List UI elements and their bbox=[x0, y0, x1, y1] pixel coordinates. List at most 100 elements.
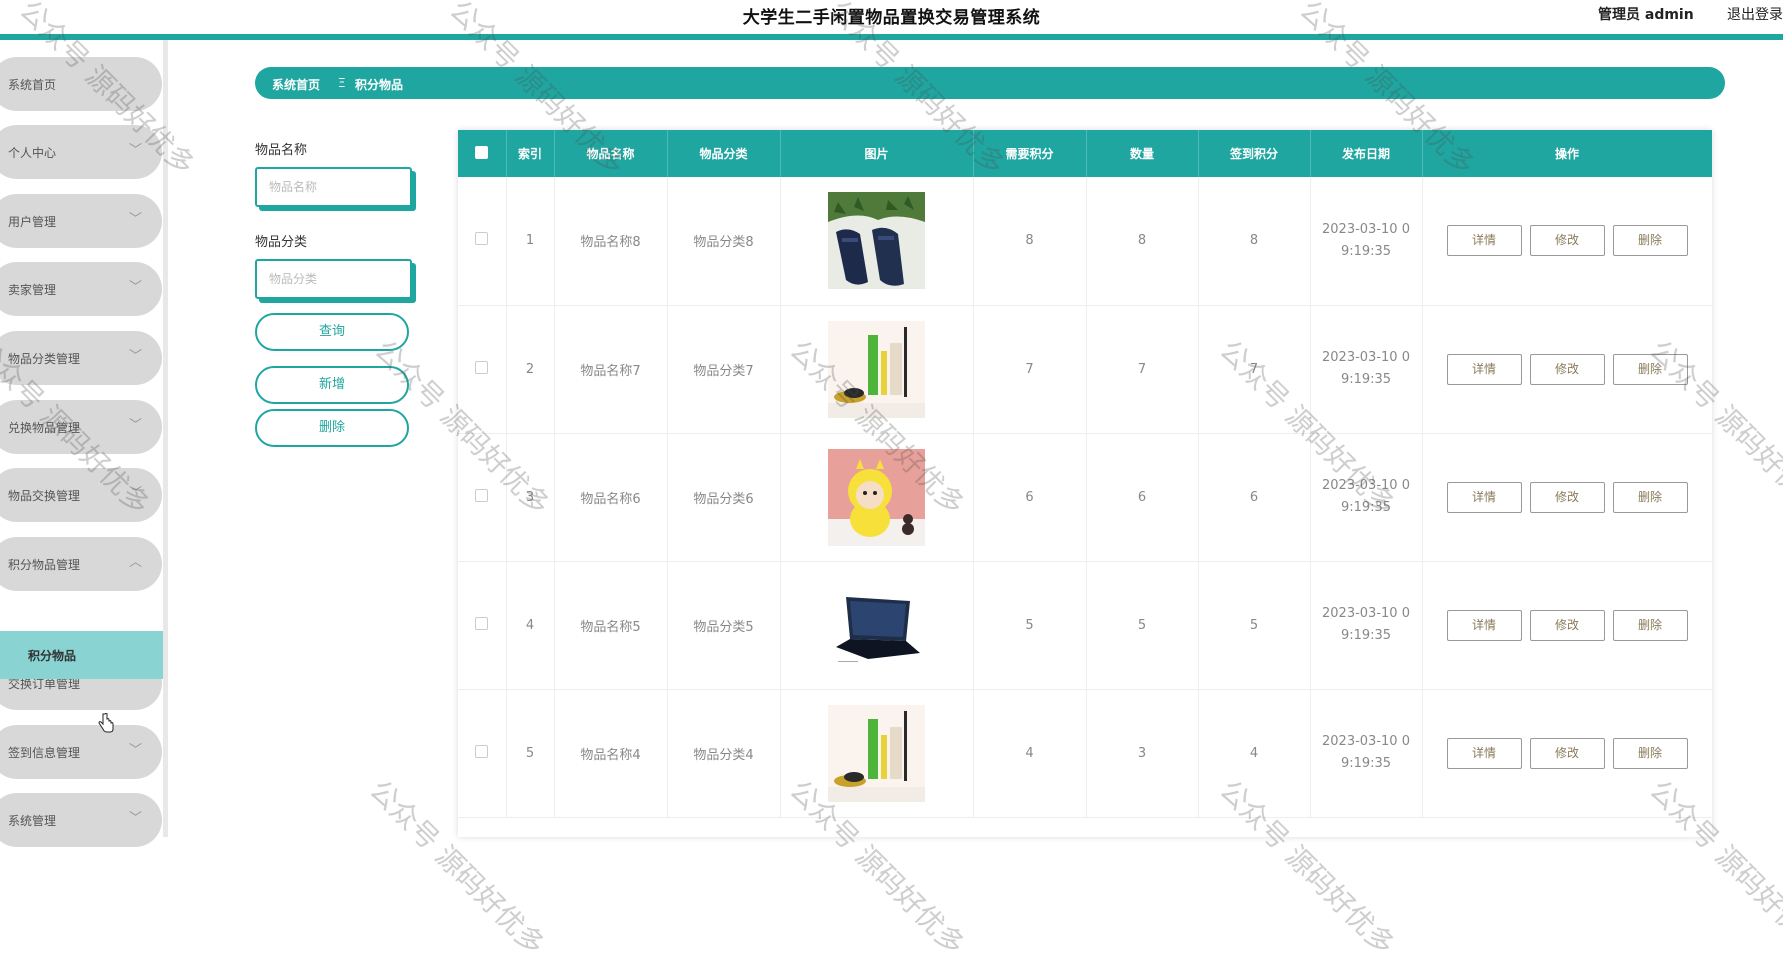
category-cell: 物品分类8 bbox=[667, 177, 781, 306]
query-button[interactable]: 查询 bbox=[255, 313, 409, 351]
chevron-icon: ﹀ bbox=[128, 280, 142, 295]
row-checkbox[interactable] bbox=[475, 616, 489, 630]
sidebar-item-label: 兑换物品管理 bbox=[8, 421, 81, 435]
detail-button[interactable]: 详情 bbox=[1446, 225, 1522, 257]
date-cell: 2023-03-10 0 9:19:35 bbox=[1310, 305, 1423, 434]
column-header: 数量 bbox=[1086, 130, 1199, 177]
sidebar-item[interactable]: 个人中心 ﹀ bbox=[0, 125, 162, 179]
row-checkbox-cell bbox=[458, 689, 507, 818]
sidebar-item-label: 系统首页 bbox=[8, 78, 57, 92]
delete-button[interactable]: 删除 bbox=[1612, 737, 1688, 769]
category-cell: 物品分类7 bbox=[667, 305, 781, 434]
delete-button[interactable]: 删除 bbox=[1612, 225, 1688, 257]
sidebar-item-label: 个人中心 bbox=[8, 146, 57, 160]
image-cell bbox=[780, 433, 974, 562]
date-line: 2023-03-10 0 bbox=[1322, 478, 1410, 493]
sidebar-item[interactable]: 物品分类管理 ﹀ bbox=[0, 331, 162, 385]
admin-label: 管理员 admin bbox=[1598, 7, 1694, 23]
date-line: 2023-03-10 0 bbox=[1322, 350, 1410, 365]
detail-button[interactable]: 详情 bbox=[1446, 609, 1522, 641]
item-image bbox=[828, 192, 925, 290]
edit-button[interactable]: 修改 bbox=[1529, 737, 1605, 769]
edit-button[interactable]: 修改 bbox=[1529, 353, 1605, 385]
category-cell: 物品分类4 bbox=[667, 689, 781, 818]
logout-link[interactable]: 退出登录 bbox=[1727, 4, 1783, 24]
sidebar-subitem-points-items[interactable]: 积分物品 bbox=[0, 631, 163, 679]
breadcrumb-home[interactable]: 系统首页 bbox=[272, 76, 320, 93]
row-checkbox[interactable] bbox=[475, 232, 489, 246]
date-cell: 2023-03-10 0 9:19:35 bbox=[1310, 433, 1423, 562]
delete-button[interactable]: 删除 bbox=[1612, 481, 1688, 513]
detail-button[interactable]: 详情 bbox=[1446, 353, 1522, 385]
table-row: 4 物品名称5 物品分类5 5 5 5 2023-03-10 0 9:19:35 详情 修改 删除 bbox=[458, 561, 1712, 690]
table-row: 3 物品名称6 物品分类6 6 6 6 2023-03-10 0 9:19:35 详情 修改 删除 bbox=[458, 433, 1712, 562]
edit-button[interactable]: 修改 bbox=[1529, 225, 1605, 257]
item-image bbox=[828, 448, 925, 546]
table-row bbox=[458, 817, 1712, 837]
edit-button[interactable]: 修改 bbox=[1529, 609, 1605, 641]
index-cell: 4 bbox=[506, 561, 555, 690]
row-checkbox[interactable] bbox=[475, 488, 489, 502]
delete-button[interactable]: 删除 bbox=[1612, 609, 1688, 641]
sidebar-item[interactable]: 系统首页 bbox=[0, 57, 162, 111]
items-table: 索引 物品名称 物品分类 图片 需要积分 数量 签到积分 发布日期 操作 1 物品名称8 物品分类8… bbox=[458, 130, 1712, 837]
name-cell: 物品名称7 bbox=[554, 305, 668, 434]
name-cell: 物品名称8 bbox=[554, 177, 668, 306]
column-header: 图片 bbox=[780, 130, 974, 177]
column-header: 需要积分 bbox=[973, 130, 1087, 177]
image-cell bbox=[780, 305, 974, 434]
points-cell: 5 bbox=[973, 561, 1087, 690]
chevron-icon: ﹀ bbox=[128, 418, 142, 433]
detail-button[interactable]: 详情 bbox=[1446, 481, 1522, 513]
sign-points-cell: 8 bbox=[1198, 177, 1311, 306]
quantity-cell: 5 bbox=[1086, 561, 1199, 690]
points-cell: 6 bbox=[973, 433, 1087, 562]
index-cell: 5 bbox=[506, 689, 555, 818]
breadcrumb-separator: Ξ bbox=[338, 76, 346, 90]
quantity-cell: 6 bbox=[1086, 433, 1199, 562]
table-row: 1 物品名称8 物品分类8 8 8 8 2023-03-10 0 9:19:35 详情 修改 删除 bbox=[458, 177, 1712, 306]
row-checkbox-cell bbox=[458, 305, 507, 434]
sidebar-item[interactable]: 签到信息管理 ﹀ bbox=[0, 725, 162, 779]
sidebar-item[interactable]: 积分物品管理 ︿ bbox=[0, 537, 162, 591]
sign-points-cell: 5 bbox=[1198, 561, 1311, 690]
name-label: 物品名称 bbox=[255, 143, 308, 158]
name-search-input[interactable]: 物品名称 bbox=[255, 167, 412, 207]
sidebar-item-label: 签到信息管理 bbox=[8, 746, 81, 760]
sidebar-item[interactable]: 卖家管理 ﹀ bbox=[0, 262, 162, 316]
sidebar-item-label: 用户管理 bbox=[8, 215, 57, 229]
sidebar-item[interactable]: 物品交换管理 ﹀ bbox=[0, 468, 162, 522]
batch-delete-button[interactable]: 删除 bbox=[255, 409, 409, 447]
delete-button[interactable]: 删除 bbox=[1612, 353, 1688, 385]
quantity-cell: 8 bbox=[1086, 177, 1199, 306]
row-checkbox[interactable] bbox=[475, 360, 489, 374]
header-accent-bar bbox=[0, 34, 1783, 40]
row-checkbox[interactable] bbox=[475, 744, 489, 758]
table-row: 5 物品名称4 物品分类4 4 3 4 2023-03-10 0 9:19:35 详情 修改 删除 bbox=[458, 689, 1712, 818]
top-header: 大学生二手闲置物品置换交易管理系统 管理员 admin 退出登录 bbox=[0, 0, 1783, 34]
quantity-cell: 7 bbox=[1086, 305, 1199, 434]
sidebar-item[interactable]: 系统管理 ﹀ bbox=[0, 793, 162, 847]
index-cell: 1 bbox=[506, 177, 555, 306]
sidebar-item[interactable]: 用户管理 ﹀ bbox=[0, 194, 162, 248]
sidebar-item-label: 卖家管理 bbox=[8, 283, 57, 297]
points-cell: 8 bbox=[973, 177, 1087, 306]
select-all-checkbox[interactable] bbox=[458, 130, 507, 177]
date-cell: 2023-03-10 0 9:19:35 bbox=[1310, 177, 1423, 306]
column-header: 索引 bbox=[506, 130, 555, 177]
name-cell: 物品名称6 bbox=[554, 433, 668, 562]
sidebar-item[interactable]: 兑换物品管理 ﹀ bbox=[0, 400, 162, 454]
edit-button[interactable]: 修改 bbox=[1529, 481, 1605, 513]
add-button[interactable]: 新增 bbox=[255, 366, 409, 404]
sidebar-item-label: 物品交换管理 bbox=[8, 489, 81, 503]
date-line: 2023-03-10 0 bbox=[1322, 734, 1410, 749]
app-title: 大学生二手闲置物品置换交易管理系统 bbox=[742, 8, 1041, 28]
index-cell: 2 bbox=[506, 305, 555, 434]
chevron-icon: ﹀ bbox=[128, 143, 142, 158]
image-cell bbox=[780, 177, 974, 306]
hand-cursor-icon bbox=[98, 713, 114, 733]
item-image bbox=[828, 704, 925, 802]
detail-button[interactable]: 详情 bbox=[1446, 737, 1522, 769]
breadcrumb-current: 积分物品 bbox=[355, 78, 404, 92]
category-search-input[interactable]: 物品分类 bbox=[255, 259, 412, 299]
